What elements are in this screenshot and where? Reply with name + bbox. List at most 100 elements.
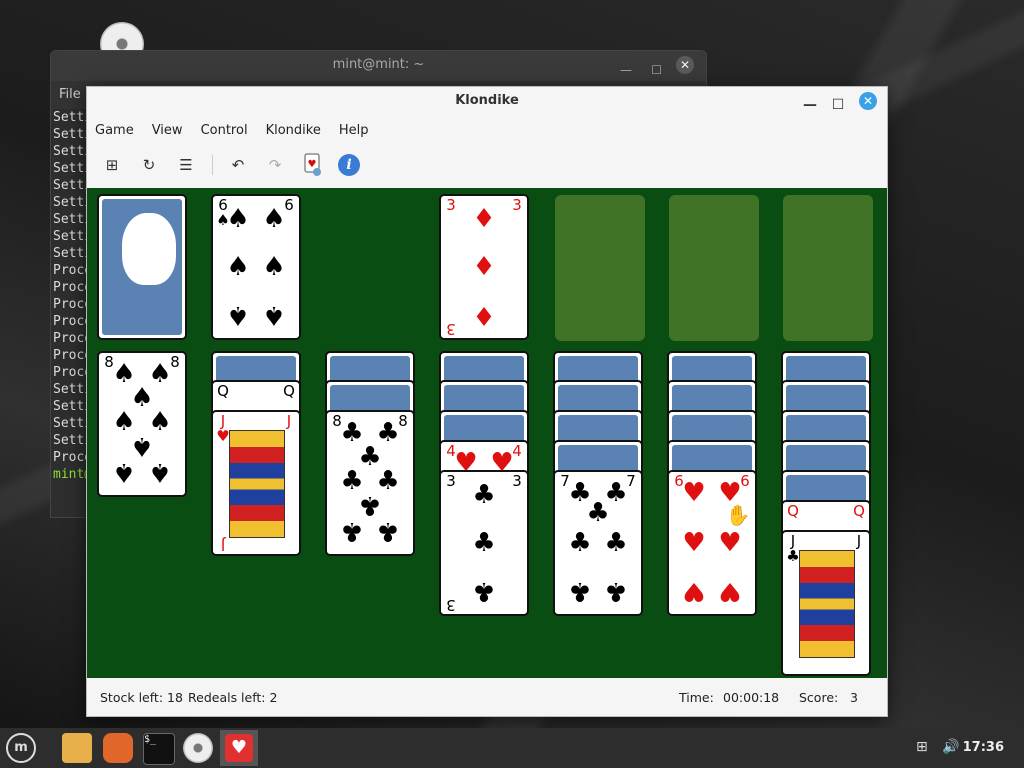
pip: ♠: [262, 204, 286, 234]
score-value: 3: [850, 690, 858, 705]
pip: ♣: [472, 528, 496, 558]
pip: ♠: [262, 300, 286, 330]
about-icon[interactable]: i: [336, 152, 362, 178]
restart-icon[interactable]: ↻: [136, 152, 162, 178]
menubar: Game View Control Klondike Help: [87, 117, 887, 143]
klondike-titlebar[interactable]: Klondike — ☐ ✕: [87, 87, 887, 117]
card-rank: 3: [446, 596, 456, 614]
files-icon[interactable]: [62, 733, 92, 763]
pip: ♠: [226, 300, 250, 330]
score-label: Score:: [799, 690, 839, 705]
pip: ♥: [682, 528, 706, 558]
tableau-card[interactable]: J ♣ J: [781, 530, 871, 676]
solitaire-active-task[interactable]: ♥: [220, 730, 258, 766]
card-rank: 3: [512, 472, 522, 490]
card-rank: 3: [446, 472, 456, 490]
pip: ♣: [472, 576, 496, 606]
pip: ♣: [604, 576, 628, 606]
menu-help[interactable]: Help: [339, 123, 369, 138]
game-board[interactable]: 6 ♠ 6 ♠ ♠ ♠ ♠ ♠ ♠ 3 3 ♦ ♦ ♦ 3 8 8 ♠ ♠ ♠ …: [87, 188, 887, 678]
firefox-icon[interactable]: [103, 733, 133, 763]
solitaire-icon: ♥: [225, 734, 253, 762]
foundation-slot[interactable]: [669, 195, 759, 341]
tableau-card[interactable]: 8 8 ♣ ♣ ♣ ♣ ♣ ♣ ♣ ♣: [325, 410, 415, 556]
pip: ♥: [718, 528, 742, 558]
pip: ♠: [226, 204, 250, 234]
tableau-card[interactable]: 3 3 ♣ ♣ ♣ 3: [439, 470, 529, 616]
info-icon[interactable]: i: [338, 154, 360, 176]
menu-game[interactable]: Game: [95, 123, 134, 138]
tableau-card[interactable]: 8 8 ♠ ♠ ♠ ♠ ♠ ♠ ♠ ♠: [97, 351, 187, 497]
menu-control[interactable]: Control: [201, 123, 248, 138]
pip: ♣: [376, 516, 400, 546]
pip: ♠: [226, 252, 250, 282]
minimize-icon[interactable]: —: [620, 56, 632, 84]
time-value: 00:00:18: [723, 690, 780, 705]
redo-icon[interactable]: ↷: [262, 152, 288, 178]
pip: ♠: [130, 431, 154, 461]
jack-face-art: [799, 550, 855, 658]
redeals-left: Redeals left: 2: [188, 690, 278, 705]
close-icon[interactable]: ✕: [676, 56, 694, 74]
pip: ♦: [472, 252, 496, 282]
toolbar: ⊞ ↻ ☰ ↶ ↷ ♥ i: [87, 143, 887, 187]
network-icon[interactable]: ⊞: [916, 739, 928, 755]
pip: ♣: [568, 528, 592, 558]
clock[interactable]: 17:36: [963, 740, 1004, 755]
waste-card[interactable]: 6 ♠ 6 ♠ ♠ ♠ ♠ ♠ ♠: [211, 194, 301, 340]
disc-icon[interactable]: [183, 733, 213, 763]
statistics-icon[interactable]: ☰: [173, 152, 199, 178]
pip: ♣: [358, 490, 382, 520]
hint-icon[interactable]: ♥: [299, 152, 325, 178]
pip: ♣: [586, 498, 610, 528]
terminal-icon[interactable]: $_: [143, 733, 175, 765]
maximize-icon[interactable]: ☐: [829, 91, 847, 113]
volume-icon[interactable]: 🔊: [942, 739, 959, 755]
minimize-icon[interactable]: —: [801, 91, 819, 113]
card-back: [102, 199, 182, 335]
pip: ♣: [568, 576, 592, 606]
card-rank: 3: [512, 196, 522, 214]
pip: ♣: [604, 528, 628, 558]
pip: ♦: [472, 204, 496, 234]
grab-hand-cursor-icon: ✋: [725, 503, 751, 527]
stock-pile[interactable]: [97, 194, 187, 340]
undo-icon[interactable]: ↶: [225, 152, 251, 178]
terminal-title: mint@mint: ~: [332, 57, 425, 72]
stock-left: Stock left: 18: [100, 690, 183, 705]
card-rank: 3: [446, 320, 456, 338]
pip: ♥: [682, 478, 706, 508]
card-rank: J: [286, 412, 292, 430]
foundation-slot[interactable]: [783, 195, 873, 341]
pip: ♦: [472, 300, 496, 330]
desktop: mint@mint: ~ — ☐ ✕ File Setti Setti Sett…: [0, 0, 1024, 728]
pip: ♣: [472, 480, 496, 510]
menu-view[interactable]: View: [152, 123, 183, 138]
card-rank: Q: [787, 502, 799, 520]
svg-text:♥: ♥: [308, 159, 317, 170]
tableau-card[interactable]: J ♥ J J: [211, 410, 301, 556]
tableau-card[interactable]: 7 7 ♣ ♣ ♣ ♣ ♣ ♣ ♣: [553, 470, 643, 616]
card-rank: Q: [283, 382, 295, 400]
window-title: Klondike: [455, 93, 519, 108]
new-game-icon[interactable]: ⊞: [99, 152, 125, 178]
card-rank: J: [856, 532, 862, 550]
pip: ♥: [682, 576, 706, 606]
card-rank: J: [220, 536, 226, 554]
taskbar: m $_ ♥ ⊞ 🔊 17:36: [0, 728, 1024, 768]
foundation-slot[interactable]: [555, 195, 645, 341]
foundation-card[interactable]: 3 3 ♦ ♦ ♦ 3: [439, 194, 529, 340]
menu-klondike[interactable]: Klondike: [266, 123, 321, 138]
klondike-window[interactable]: Klondike — ☐ ✕ Game View Control Klondik…: [86, 86, 888, 717]
card-rank: Q: [853, 502, 865, 520]
linux-mint-menu-icon[interactable]: m: [6, 733, 36, 763]
jack-face-art: [229, 430, 285, 538]
statusbar: Stock left: 18 Redeals left: 2 Time: 00:…: [87, 678, 887, 716]
card-rank: 3: [446, 196, 456, 214]
maximize-icon[interactable]: ☐: [651, 56, 662, 84]
time-label: Time:: [679, 690, 714, 705]
tableau-card[interactable]: 6 6 ♥ ♥ ♥ ♥ ♥ ♥ ✋: [667, 470, 757, 616]
terminal-titlebar[interactable]: mint@mint: ~ — ☐ ✕: [51, 51, 706, 81]
pip: ♠: [112, 457, 136, 487]
close-icon[interactable]: ✕: [859, 92, 877, 110]
